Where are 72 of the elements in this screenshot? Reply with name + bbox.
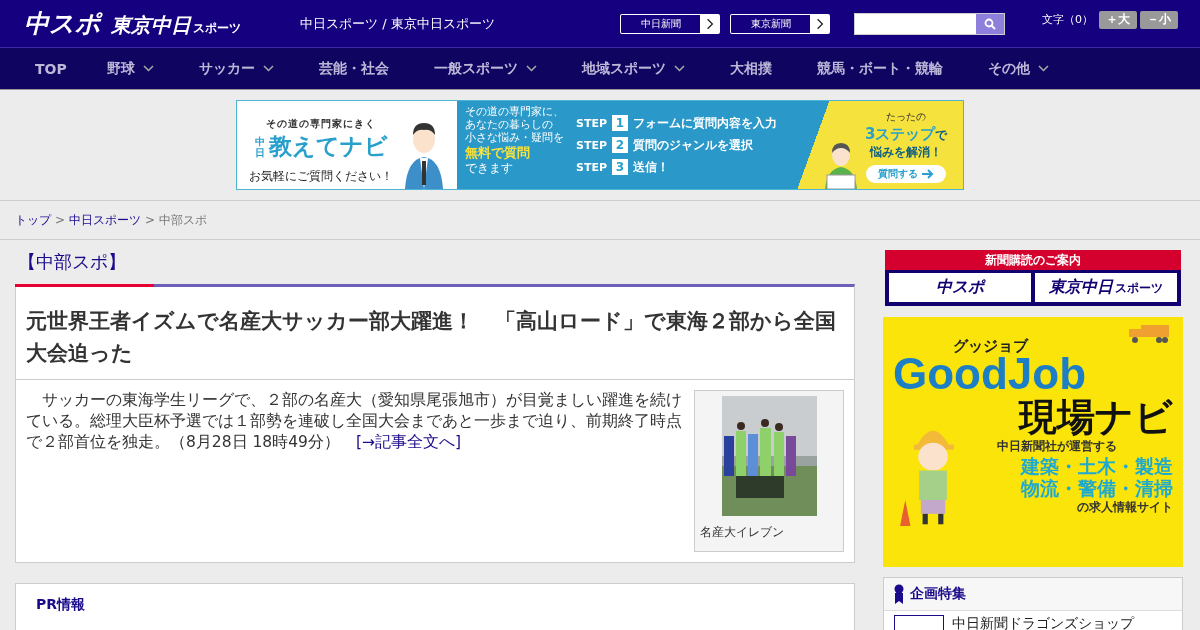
job-ad-text: 建築・土木・製造: [1021, 455, 1173, 477]
job-ad-text: 物流・警備・清掃: [1021, 477, 1173, 499]
banner-text: 中日: [254, 135, 265, 158]
nav-item[interactable]: 大相撲: [714, 59, 787, 78]
step-text: フォームに質問内容を入力: [633, 114, 777, 132]
banner-text: その道の専門家に、: [465, 105, 564, 118]
banner-cta: 質問する: [866, 165, 947, 183]
ribbon-icon: [894, 584, 904, 604]
breadcrumb-separator: >: [55, 213, 66, 227]
banner-text: で: [935, 128, 948, 142]
search-icon: [984, 17, 996, 30]
site-title: 中日スポーツ / 東京中日スポーツ: [300, 14, 496, 33]
search-field[interactable]: [854, 12, 1005, 35]
site-logo[interactable]: 中スポ: [24, 7, 101, 40]
truck-icon: [1127, 323, 1171, 345]
nav-item[interactable]: サッカー: [183, 59, 289, 78]
chevron-icon: [706, 17, 714, 30]
nav-item[interactable]: その他: [972, 59, 1064, 78]
banner-text: 悩みを解消！: [870, 144, 943, 161]
job-ad-text: 中日新聞社が運営する: [997, 438, 1117, 455]
newspaper-link[interactable]: 東京新聞: [730, 13, 830, 34]
chevron-down-icon: [262, 65, 274, 72]
step-label: STEP: [576, 116, 607, 130]
nav-item[interactable]: 競馬・ボート・競輪: [801, 59, 958, 78]
photo-caption: 名産大イレブン: [700, 524, 784, 541]
banner-text: 小さな悩み・疑問を: [465, 131, 564, 144]
newspaper-link[interactable]: 中日新聞: [620, 13, 720, 34]
breadcrumb-link[interactable]: 中日スポーツ: [69, 211, 142, 229]
chevron-down-icon: [142, 65, 154, 72]
article-headline[interactable]: 元世界王者イズムで名産大サッカー部大躍進！ 「高山ロード」で東海２部から全国大会迫った: [16, 287, 854, 380]
arrow-icon: [922, 169, 935, 179]
font-size-label: 文字（0）: [1042, 12, 1093, 27]
step-number: 3: [612, 159, 628, 175]
nav-item[interactable]: 芸能・社会: [303, 59, 404, 78]
step-number: 1: [612, 115, 628, 131]
chevron-down-icon: [1037, 65, 1049, 72]
article-summary: サッカーの東海学生リーグで、２部の名産大（愛知県尾張旭市）が目覚ましい躍進を続けている。総理大臣杯予選では１部勢を連破し全国大会まであと一歩まで迫り、前期終了時点で２部首位を独走。（8月28日 18時49分） [→記事全文へ]: [26, 390, 683, 453]
feature-title: 企画特集: [910, 585, 966, 603]
nav-item[interactable]: 野球: [91, 59, 169, 78]
banner-text: たったの: [886, 110, 927, 124]
chevron-down-icon: [673, 65, 685, 72]
breadcrumb-link[interactable]: トップ: [15, 211, 51, 229]
job-ad-title: 現場ナビ: [1019, 396, 1173, 438]
step-text: 送信！: [633, 158, 669, 176]
banner-highlight: 無料で質問: [465, 144, 531, 161]
chevron-down-icon: [525, 65, 537, 72]
subscription-link[interactable]: 東京中日スポーツ: [1035, 273, 1177, 302]
nav-item[interactable]: 一般スポーツ: [418, 59, 552, 78]
subscription-title: 新聞購読のご案内: [885, 250, 1181, 270]
banner-brand: 教えてナビ: [268, 132, 388, 161]
site-logo[interactable]: 東京中日スポーツ: [111, 12, 241, 39]
breadcrumb-separator: >: [145, 213, 156, 227]
current-page-label: 中部スポ: [159, 211, 208, 229]
read-more-link[interactable]: [→記事全文へ]: [355, 433, 462, 451]
chevron-icon: [816, 17, 824, 30]
banner-text: あなたの暮らしの: [465, 118, 554, 131]
banner-text: その道の専門家にきく: [266, 117, 376, 131]
nav-item[interactable]: TOP: [20, 60, 82, 77]
banner-text: お気軽にご質問ください！: [249, 168, 393, 185]
subscription-link[interactable]: 中スポ: [889, 273, 1031, 302]
search-button[interactable]: [976, 13, 1004, 34]
nav-item[interactable]: 地域スポーツ: [566, 59, 700, 78]
banner-text: 3ステップ: [865, 125, 936, 143]
step-number: 2: [612, 137, 628, 153]
step-label: STEP: [576, 160, 607, 174]
job-ad-text: の求人情報サイト: [1077, 499, 1173, 516]
banner-text: できます: [465, 161, 514, 175]
step-text: 質問のジャンルを選択: [633, 136, 753, 154]
pr-title: PR情報: [36, 596, 87, 614]
step-label: STEP: [576, 138, 607, 152]
job-ad-banner[interactable]: グッジョブ GoodJob 現場ナビ 中日新聞社が運営する 建築・土木・製造 物流・警備・清掃 の求人情報サイト: [883, 317, 1183, 567]
section-title: 【中部スポ】: [18, 250, 127, 274]
